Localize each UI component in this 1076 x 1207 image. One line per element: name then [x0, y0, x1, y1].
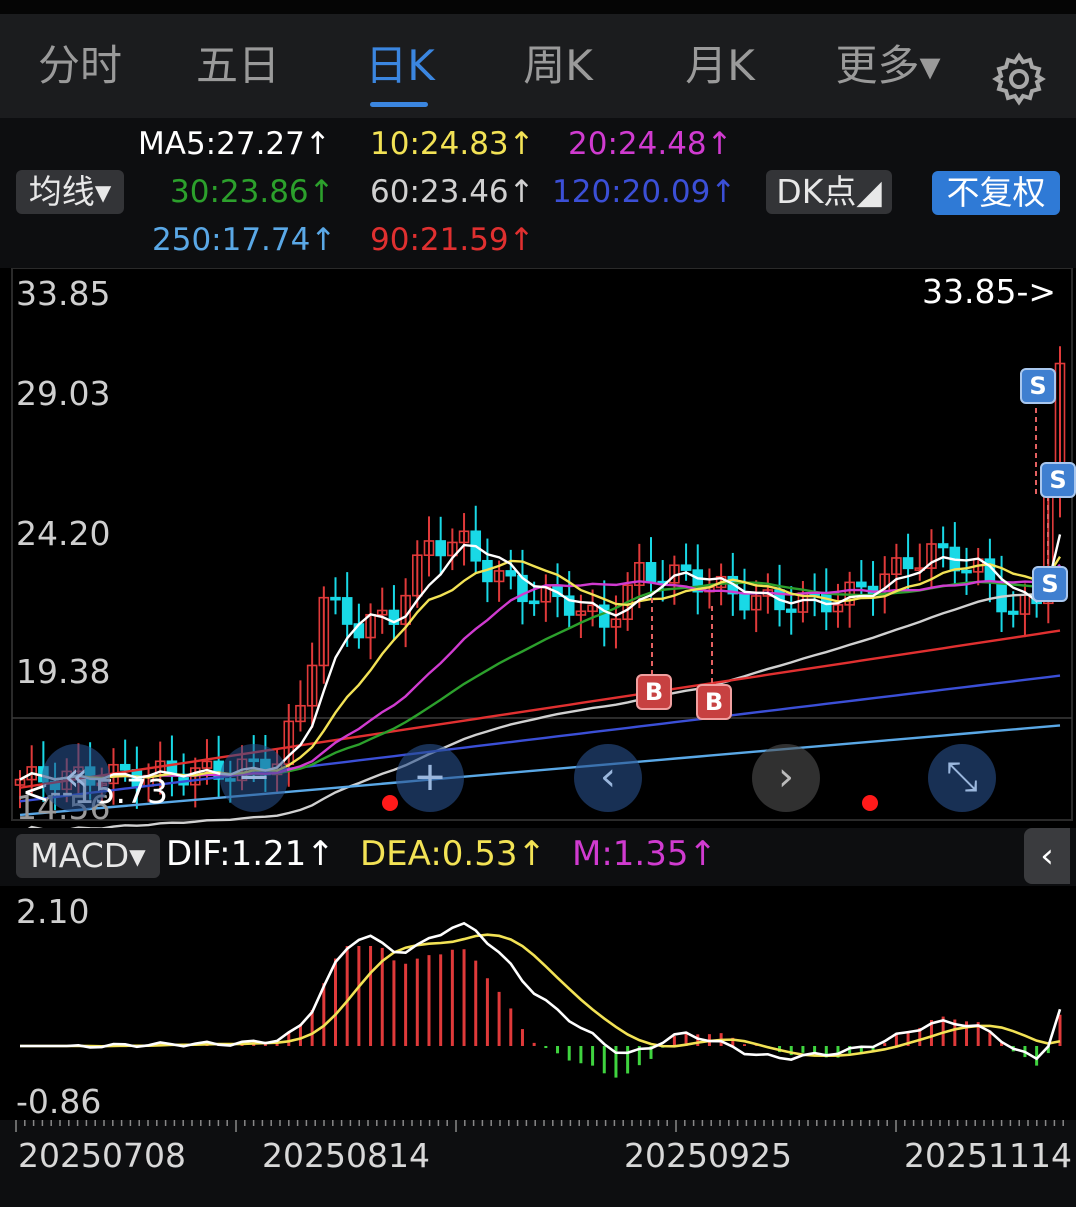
- chevron-right-icon: ›: [778, 754, 794, 800]
- price-axis-4: 19.38: [16, 652, 111, 691]
- prev-button[interactable]: ‹: [574, 744, 642, 812]
- date-axis: 20250708 20250814 20250925 20251114: [0, 1120, 1076, 1207]
- tab-monthly-k[interactable]: 月K: [640, 36, 800, 96]
- macd-axis-top: 2.10: [16, 892, 90, 931]
- candle-body: [341, 597, 353, 625]
- minus-icon: −: [237, 754, 271, 800]
- candle-body: [856, 581, 867, 588]
- adjust-button[interactable]: 不复权: [932, 171, 1060, 215]
- candle-body: [680, 564, 692, 571]
- zoom-in-button[interactable]: +: [396, 744, 464, 812]
- gear-icon[interactable]: [992, 52, 1046, 106]
- candle-body: [739, 592, 750, 611]
- price-axis-top: 33.85: [16, 274, 111, 313]
- candle-body: [961, 569, 972, 574]
- buy-signal-badge[interactable]: B: [636, 674, 672, 710]
- candle-body: [119, 763, 131, 771]
- ma60-value: 60:23.46↑: [370, 174, 535, 210]
- collapse-panel-button[interactable]: ‹: [1024, 828, 1070, 884]
- tab-intraday[interactable]: 分时: [0, 36, 160, 96]
- candle-body: [330, 596, 341, 601]
- ma5-value: MA5:27.27↑: [138, 126, 331, 162]
- macd-m: M:1.35↑: [572, 834, 717, 874]
- candle-body: [528, 600, 540, 605]
- plus-icon: +: [413, 754, 447, 800]
- date-ticks: [15, 1120, 1064, 1132]
- tab-five-day[interactable]: 五日: [158, 36, 318, 96]
- candlestick-chart[interactable]: [0, 268, 1076, 828]
- sell-signal-badge[interactable]: S: [1032, 566, 1068, 602]
- sell-signal-badge[interactable]: S: [1040, 462, 1076, 498]
- chevron-left-icon: ‹: [600, 754, 616, 800]
- buy-signal-badge[interactable]: B: [696, 684, 732, 720]
- status-strip: [0, 0, 1076, 14]
- candle-body: [785, 608, 797, 613]
- ma-dropdown[interactable]: 均线▾: [16, 170, 124, 214]
- candle-body: [645, 562, 657, 583]
- candle-body: [435, 540, 446, 557]
- tab-weekly-k[interactable]: 周K: [478, 36, 638, 96]
- candle-body: [937, 543, 949, 549]
- macd-dea: DEA:0.53↑: [360, 834, 546, 874]
- event-dot: [382, 795, 398, 811]
- macd-axis-bottom: -0.86: [16, 1082, 102, 1121]
- ma90-value: 90:21.59↑: [370, 222, 535, 258]
- date-label: 20250925: [624, 1136, 792, 1175]
- double-chevron-left-icon: «: [63, 754, 89, 800]
- fullscreen-button[interactable]: ⤡: [928, 744, 996, 812]
- sell-signal-badge[interactable]: S: [1020, 368, 1056, 404]
- expand-icon: ⤡: [946, 754, 978, 800]
- date-label: 20250814: [262, 1136, 430, 1175]
- scroll-left-button[interactable]: «: [42, 744, 110, 812]
- candle-body: [505, 570, 517, 577]
- next-button[interactable]: ›: [752, 744, 820, 812]
- candle-body: [1007, 610, 1019, 615]
- price-axis-3: 24.20: [16, 514, 111, 553]
- period-tabs: 分时 五日 日K 周K 月K 更多▾: [0, 14, 1076, 119]
- zoom-out-button[interactable]: −: [220, 744, 288, 812]
- macd-selector[interactable]: MACD▾: [16, 834, 160, 878]
- candle-body: [902, 557, 914, 570]
- ma30-value: 30:23.86↑: [170, 174, 335, 210]
- event-dot: [862, 795, 878, 811]
- dk-point-button[interactable]: DK点◢: [766, 170, 892, 214]
- ma120-value: 120:20.09↑: [552, 174, 737, 210]
- active-tab-indicator: [370, 102, 428, 107]
- tab-daily-k[interactable]: 日K: [320, 36, 480, 96]
- ma20-value: 20:24.48↑: [568, 126, 733, 162]
- high-price-marker: 33.85->: [922, 272, 1057, 311]
- tab-more[interactable]: 更多▾: [808, 36, 968, 96]
- ma250-value: 250:17.74↑: [152, 222, 337, 258]
- date-label: 20251114: [904, 1136, 1072, 1175]
- macd-chart[interactable]: [0, 886, 1076, 1120]
- macd-dif: DIF:1.21↑: [166, 834, 335, 874]
- ma10-value: 10:24.83↑: [370, 126, 535, 162]
- price-axis-2: 29.03: [16, 374, 111, 413]
- date-label: 20250708: [18, 1136, 186, 1175]
